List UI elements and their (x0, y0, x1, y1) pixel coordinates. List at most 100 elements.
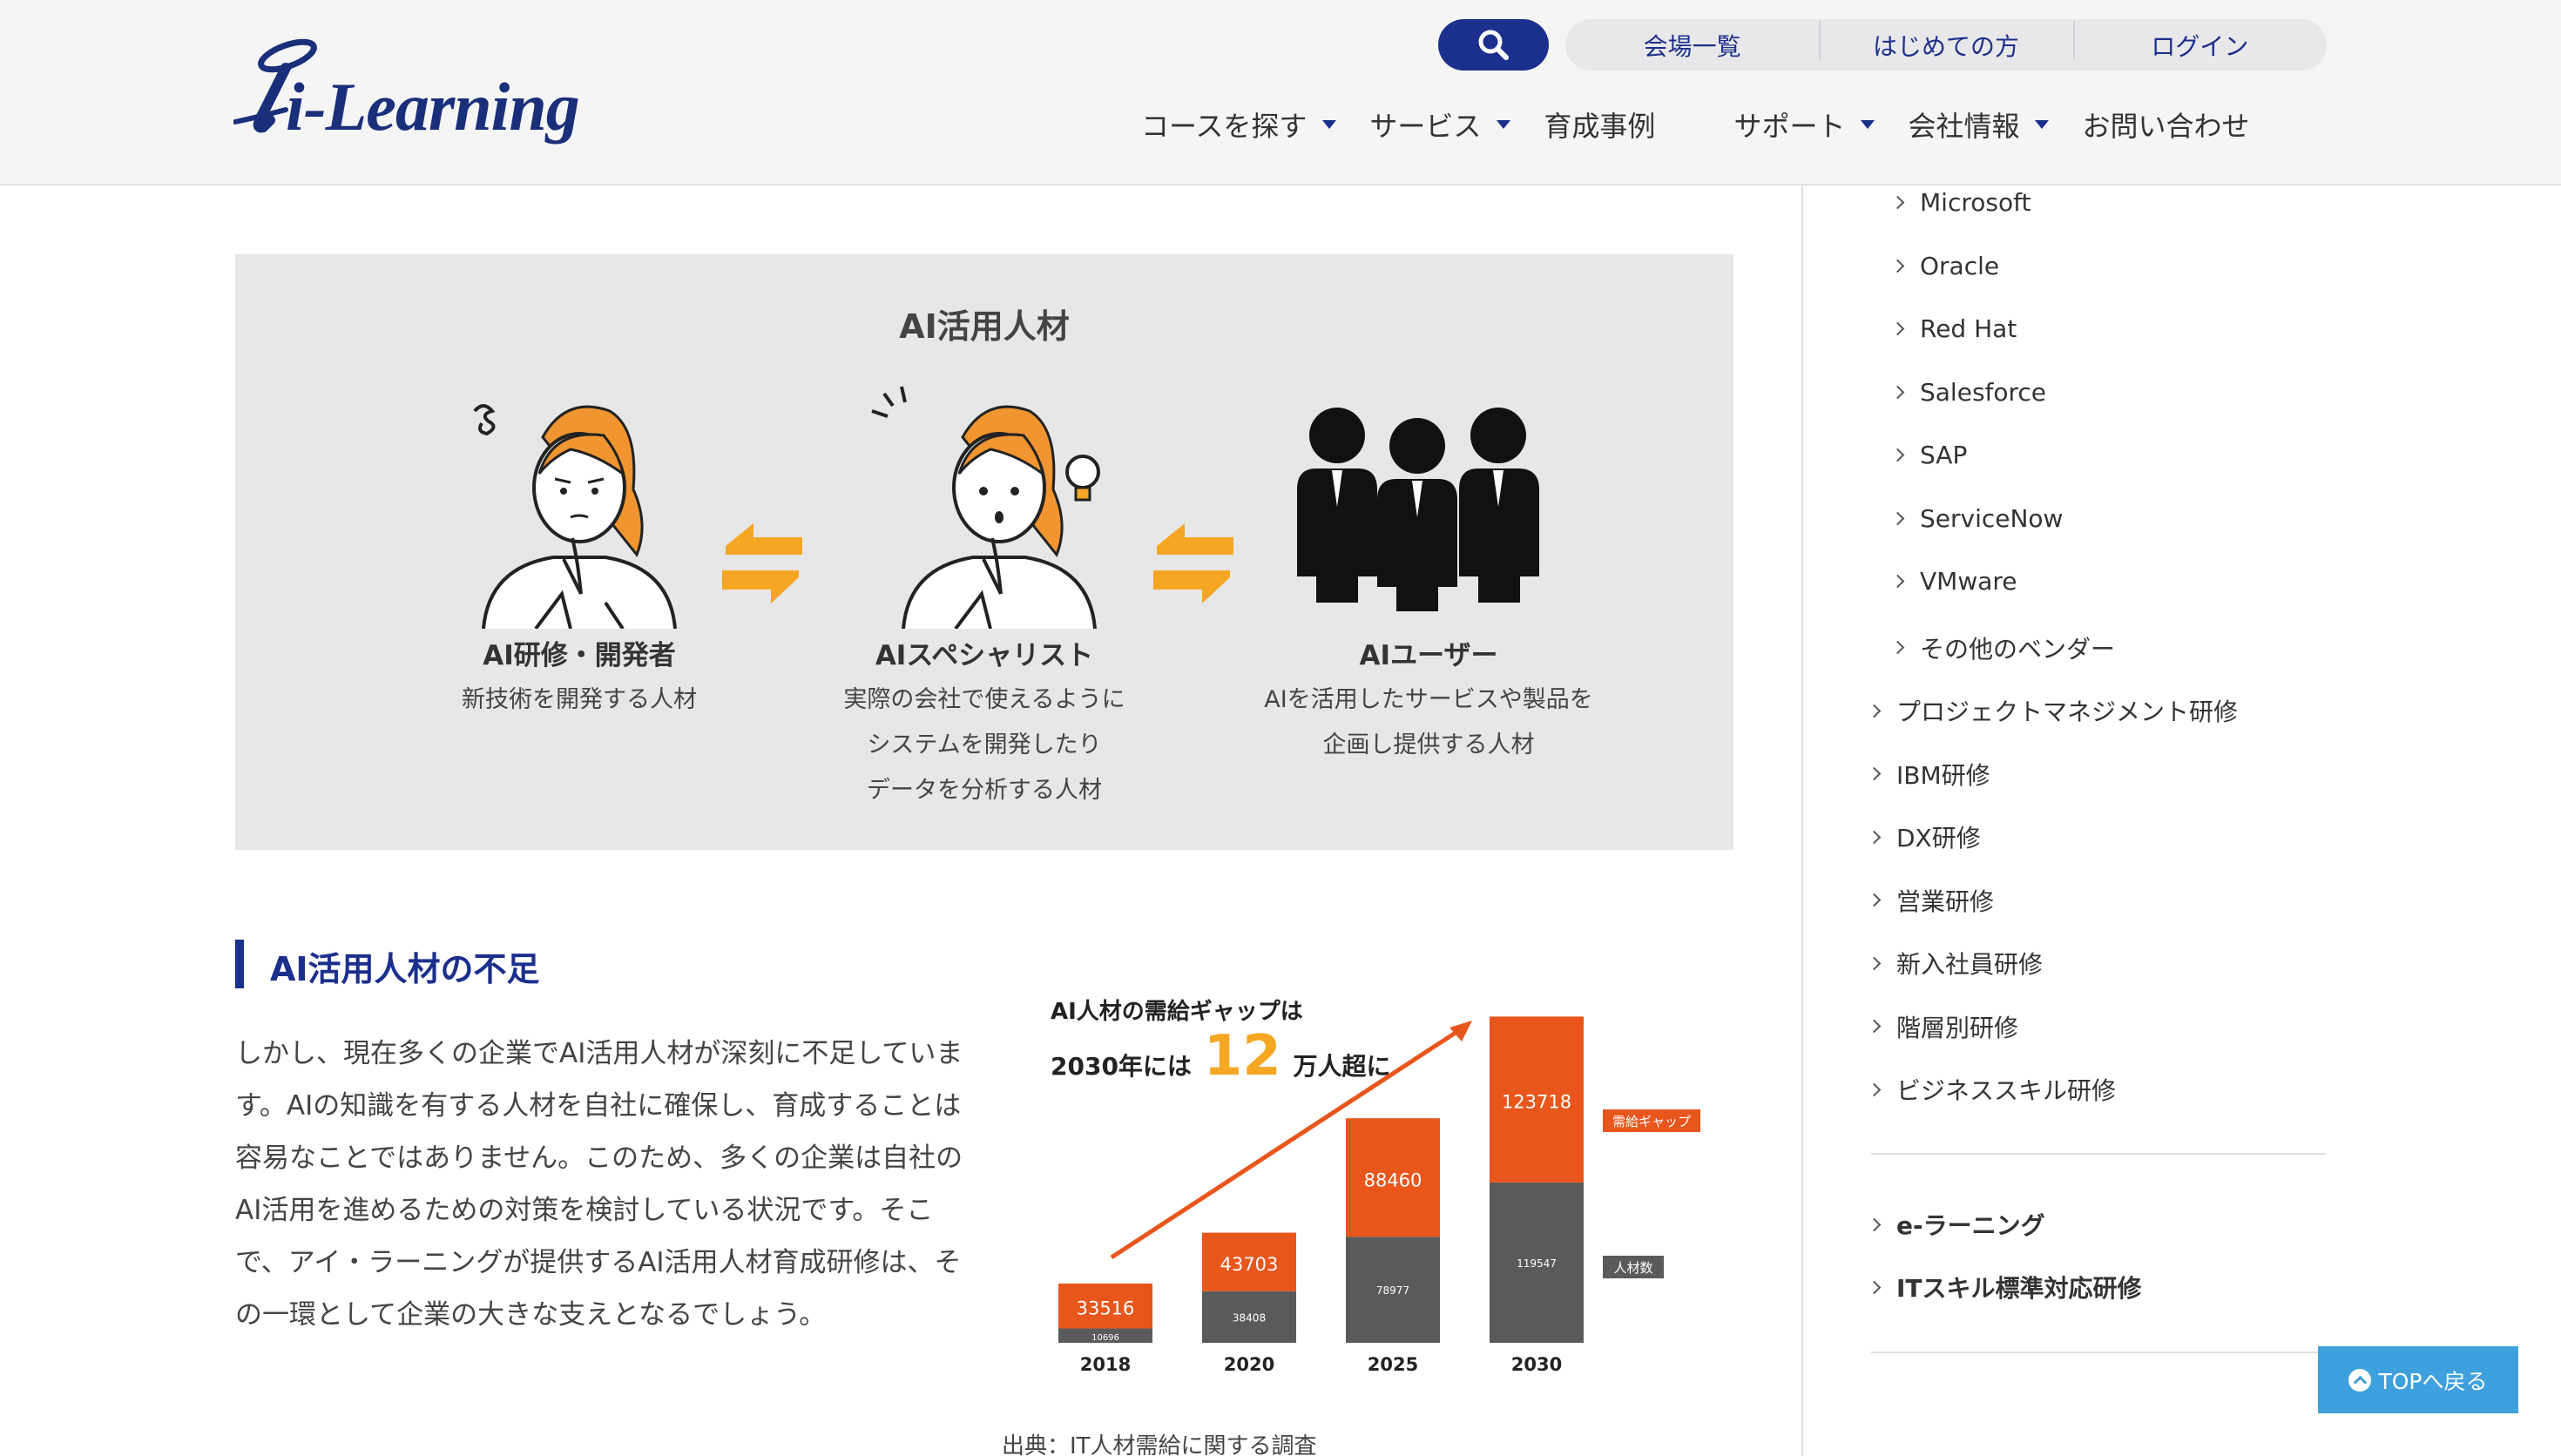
sidebar-item-label: 階層別研修 (1896, 1013, 2019, 1042)
search-button[interactable] (1438, 19, 1549, 71)
chevron-right-icon (1890, 640, 1905, 655)
sidebar-vendor-item[interactable]: ServiceNow (1890, 504, 2063, 533)
chevron-right-icon (1867, 956, 1882, 970)
x-tick-label: 2018 (1080, 1354, 1131, 1375)
sidebar-vendor-item[interactable]: Oracle (1890, 251, 2000, 280)
nav-find-course[interactable]: コースを探す (1141, 104, 1337, 145)
legend-gap-label: 需給ギャップ (1612, 1114, 1691, 1129)
nav-support[interactable]: サポート (1733, 104, 1875, 145)
sidebar-main-item[interactable]: ITスキル標準対応研修 (1867, 1270, 2142, 1304)
sidebar-item-label: DX研修 (1896, 824, 1981, 853)
sidebar-vendor-item[interactable]: Salesforce (1890, 378, 2046, 407)
logo-text: i-Learning (286, 69, 580, 145)
nav-label: 会社情報 (1908, 110, 2020, 143)
caret-down-icon (1497, 120, 1511, 129)
exchange-arrows-icon (722, 523, 802, 603)
trend-arrow-head (1449, 1021, 1472, 1041)
sidebar-vendor-item[interactable]: Microsoft (1890, 188, 2031, 217)
chart-title-line1: AI人材の需給ギャップは (1051, 998, 1303, 1025)
sidebar-category-item[interactable]: DX研修 (1867, 819, 1981, 854)
nav-label: お問い合わせ (2082, 110, 2250, 143)
persona-desc: AIを活用したサービスや製品を 企画し提供する人材 (1237, 677, 1620, 768)
search-icon (1478, 30, 1509, 60)
ai-talent-gap-chart: AI人材の需給ギャップは 2030年には 12 万人超に 33516 10696 2… (1051, 998, 1700, 1375)
chevron-right-icon (1890, 259, 1905, 273)
x-tick-label: 2020 (1224, 1354, 1274, 1375)
persona-developer: AI研修・開発者 新技術を開発する人材 (409, 633, 749, 723)
chevron-right-icon (1867, 1082, 1882, 1096)
first-time-link[interactable]: はじめての方 (1819, 20, 2072, 63)
sidebar-item-label: 新入社員研修 (1896, 950, 2044, 979)
chevron-right-icon (1867, 893, 1882, 907)
sidebar-separator (1871, 1153, 2326, 1155)
sidebar-category-item[interactable]: 新入社員研修 (1867, 946, 2044, 981)
chevron-right-icon (1867, 1217, 1882, 1231)
sidebar-category-item[interactable]: 階層別研修 (1867, 1009, 2019, 1044)
back-to-top-label: TOPへ戻る (2378, 1368, 2488, 1394)
caret-down-icon (1322, 120, 1337, 129)
chevron-right-icon (1890, 195, 1905, 210)
chart-title-line2: 2030年には 12 万人超に (1051, 1024, 1391, 1089)
sidebar-item-label: ビジネススキル研修 (1896, 1076, 2117, 1105)
sidebar-separator (1871, 1352, 2326, 1353)
persona-desc-line: データを分析する人材 (867, 777, 1102, 804)
sidebar-divider (1801, 185, 1803, 1456)
nav-label: 育成事例 (1544, 110, 1656, 143)
legend-talent-label: 人材数 (1613, 1260, 1652, 1276)
persona-desc-line: 実際の会社で使えるように (843, 686, 1125, 713)
nav-company[interactable]: 会社情報 (1908, 104, 2050, 145)
chart-title-pre: 2030年には (1051, 1052, 1192, 1081)
persona-name: AIスペシャリスト (875, 640, 1094, 671)
ai-talent-infographic: AI活用人材 AI研修・開発者 新技術を開発する人材 AIスペシャリスト 実際の… (235, 254, 1733, 850)
nav-services[interactable]: サービス (1369, 104, 1511, 145)
persona-name: AI研修・開発者 (483, 640, 676, 671)
persona-name: AIユーザー (1359, 640, 1498, 671)
sidebar-category-item[interactable]: プロジェクトマネジメント研修 (1867, 693, 2238, 728)
persona-specialist: AIスペシャリスト 実際の会社で使えるように システムを開発したり データを分析… (793, 633, 1176, 813)
chart-title-post: 万人超に (1294, 1052, 1391, 1081)
nav-label: サポート (1733, 110, 1846, 143)
sidebar-vendor-item[interactable]: VMware (1890, 567, 2017, 596)
sidebar-item-label: IBM研修 (1896, 760, 1990, 790)
sidebar-category-item[interactable]: ビジネススキル研修 (1867, 1072, 2117, 1107)
exchange-arrows-icon (1153, 523, 1233, 603)
login-link[interactable]: ログイン (2072, 20, 2327, 63)
persona-desc-line: システムを開発したり (867, 731, 1102, 758)
persona-desc: 新技術を開発する人材 (462, 686, 697, 713)
persona-desc-line: AIを活用したサービスや製品を (1264, 686, 1593, 713)
persona-user: AIユーザー AIを活用したサービスや製品を 企画し提供する人材 (1237, 633, 1620, 768)
chevron-right-icon (1890, 448, 1905, 462)
sidebar-main-item[interactable]: e-ラーニング (1867, 1207, 2045, 1242)
sidebar-vendor-item[interactable]: その他のベンダー (1890, 630, 2115, 665)
chevron-right-icon (1867, 1019, 1882, 1034)
x-tick-label: 2025 (1368, 1354, 1418, 1375)
sidebar-item-label: 営業研修 (1896, 886, 1995, 916)
site-header: i-Learning 会場一覧 はじめての方 ログイン コースを探す サービス … (0, 0, 2561, 185)
sidebar-category-item[interactable]: 営業研修 (1867, 883, 1995, 918)
developer-illustration (473, 404, 677, 629)
venue-list-link[interactable]: 会場一覧 (1565, 28, 1819, 63)
nav-label: サービス (1369, 110, 1482, 143)
section-accent-bar (235, 940, 244, 988)
sidebar-vendor-item[interactable]: SAP (1890, 441, 1967, 469)
persona-desc-line: 企画し提供する人材 (1322, 731, 1535, 758)
back-to-top-button[interactable]: TOPへ戻る (2318, 1346, 2518, 1413)
sidebar-category-item[interactable]: IBM研修 (1867, 757, 1990, 792)
talent-value-label: 10696 (1091, 1333, 1119, 1343)
chevron-right-icon (1867, 704, 1882, 718)
sidebar-item-label: Oracle (1920, 251, 2000, 280)
nav-contact[interactable]: お問い合わせ (2082, 104, 2249, 145)
talent-value-label: 119547 (1517, 1257, 1557, 1270)
utility-nav: 会場一覧 はじめての方 ログイン (1565, 19, 2327, 71)
nav-case-studies[interactable]: 育成事例 (1544, 104, 1655, 145)
main-nav: コースを探す サービス 育成事例 サポート 会社情報 お問い合わせ (1141, 103, 2249, 146)
site-logo[interactable]: i-Learning (233, 33, 592, 155)
talent-value-label: 78977 (1376, 1284, 1409, 1297)
gap-value-label: 43703 (1220, 1254, 1279, 1275)
sidebar-item-label: Microsoft (1920, 188, 2031, 217)
sidebar-item-label: e-ラーニング (1896, 1211, 2045, 1240)
sidebar-item-label: Red Hat (1920, 314, 2017, 343)
nav-label: コースを探す (1141, 110, 1308, 143)
sidebar-vendor-item[interactable]: Red Hat (1890, 314, 2017, 343)
chart-source: 出典：IT人材需給に関する調査 (1002, 1433, 1317, 1456)
